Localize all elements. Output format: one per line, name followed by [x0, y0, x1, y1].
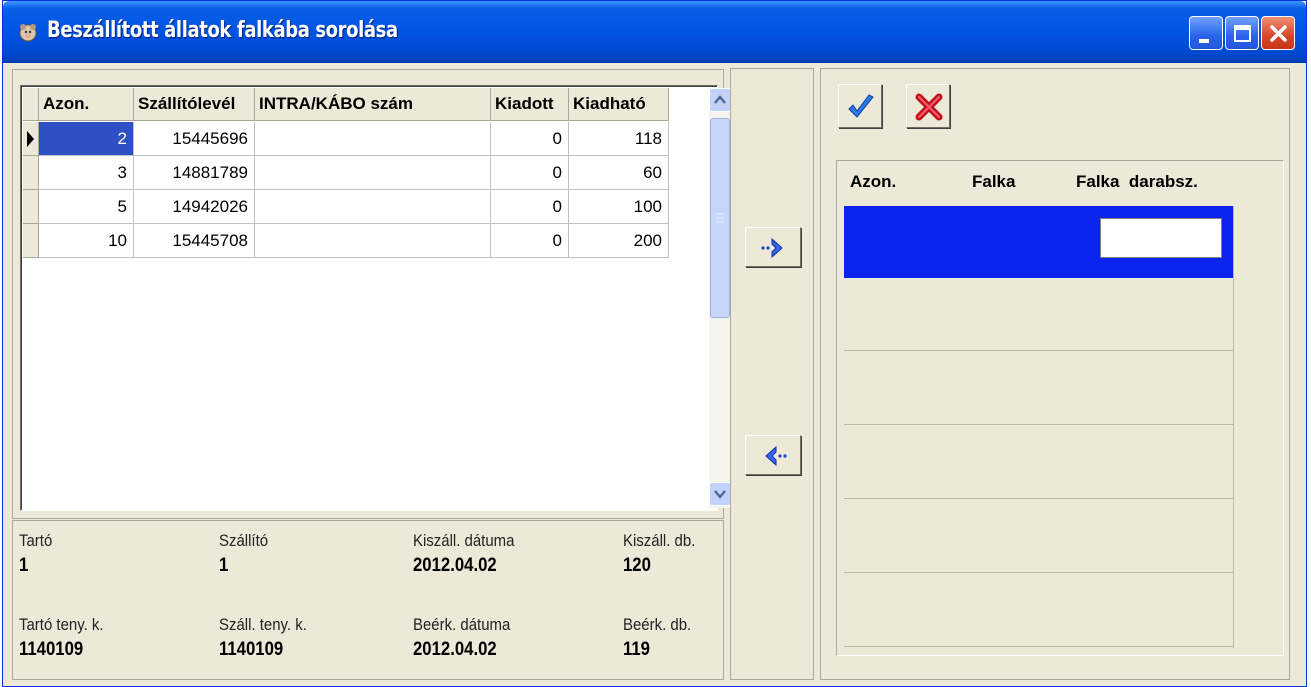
table-row[interactable]: 10 15445708 0 200 [23, 224, 705, 258]
beerk-datum-label: Beérk. dátuma [413, 615, 511, 634]
falka-col-header-darabsz[interactable]: Falka darabsz. [1076, 172, 1198, 192]
table-row[interactable]: 3 14881789 0 60 [23, 156, 705, 190]
tarto-teny-value: 1140109 [19, 639, 84, 660]
minimize-button[interactable] [1189, 16, 1223, 50]
col-header-szallitolevel[interactable]: Szállítólevél [134, 88, 255, 121]
col-header-intra-kabo[interactable]: INTRA/KÁBO szám [255, 88, 491, 121]
close-icon [1270, 25, 1287, 42]
table-row[interactable]: 2 15445696 0 118 [23, 122, 705, 156]
falka-darabsz-input[interactable] [1100, 218, 1222, 258]
cell-kiadott[interactable]: 0 [491, 156, 569, 190]
col-header-kiadott[interactable]: Kiadott [491, 88, 569, 121]
arrow-left-icon [765, 445, 787, 467]
app-icon [19, 24, 37, 42]
cell-kiadhato[interactable]: 200 [569, 224, 669, 258]
cell-kiadott[interactable]: 0 [491, 190, 569, 224]
chevron-down-icon [714, 490, 726, 499]
delivery-grid[interactable]: Azon. Szállítólevél INTRA/KÁBO szám Kiad… [20, 85, 731, 511]
row-indicator [23, 190, 39, 224]
grip-icon [716, 213, 724, 223]
szall-teny-value: 1140109 [219, 639, 284, 660]
cell-azon[interactable]: 2 [39, 122, 134, 156]
move-left-button[interactable] [745, 435, 801, 475]
beerk-db-label: Beérk. db. [623, 615, 692, 634]
szall-teny-label: Száll. teny. k. [219, 615, 307, 634]
kiszall-datum-label: Kiszáll. dátuma [413, 531, 515, 550]
vertical-scrollbar[interactable] [709, 88, 731, 508]
close-button[interactable] [1261, 16, 1295, 50]
column-divider [1233, 206, 1234, 648]
row-indicator [23, 122, 39, 156]
ok-button[interactable] [838, 84, 882, 128]
tarto-teny-label: Tartó teny. k. [19, 615, 104, 634]
falka-col-header-azon[interactable]: Azon. [850, 172, 896, 192]
cell-intra-kabo[interactable] [255, 190, 491, 224]
row-divider [844, 498, 1234, 499]
row-indicator [23, 224, 39, 258]
row-divider [844, 572, 1234, 573]
chevron-up-icon [714, 95, 726, 104]
scroll-up-button[interactable] [709, 88, 731, 112]
window-title: Beszállított állatok falkába sorolása [47, 18, 398, 43]
delivery-info-panel: Tartó 1 Szállító 1 Kiszáll. dátuma 2012.… [12, 520, 724, 680]
scroll-thumb[interactable] [710, 118, 730, 318]
cell-azon[interactable]: 10 [39, 224, 134, 258]
row-divider [844, 350, 1234, 351]
cell-szallitolevel[interactable]: 14881789 [134, 156, 255, 190]
checkmark-icon [848, 94, 874, 118]
row-divider [844, 424, 1234, 425]
col-header-azon[interactable]: Azon. [39, 88, 134, 121]
cell-kiadhato[interactable]: 118 [569, 122, 669, 156]
szallito-label: Szállító [219, 531, 269, 550]
cell-kiadott[interactable]: 0 [491, 224, 569, 258]
cell-kiadhato[interactable]: 100 [569, 190, 669, 224]
red-x-icon [915, 93, 943, 121]
table-row[interactable]: 5 14942026 0 100 [23, 190, 705, 224]
beerk-db-value: 119 [623, 639, 650, 660]
col-header-kiadhato[interactable]: Kiadható [569, 88, 669, 121]
grid-corner-header [23, 88, 39, 121]
cell-intra-kabo[interactable] [255, 224, 491, 258]
maximize-button[interactable] [1225, 16, 1259, 50]
cell-azon[interactable]: 5 [39, 190, 134, 224]
cell-intra-kabo[interactable] [255, 156, 491, 190]
tarto-label: Tartó [19, 531, 53, 550]
row-indicator [23, 156, 39, 190]
arrow-right-icon [761, 237, 783, 259]
cell-szallitolevel[interactable]: 15445708 [134, 224, 255, 258]
kiszall-datum-value: 2012.04.02 [413, 555, 497, 576]
cell-azon[interactable]: 3 [39, 156, 134, 190]
cell-kiadott[interactable]: 0 [491, 122, 569, 156]
szallito-value: 1 [219, 555, 229, 576]
cell-intra-kabo[interactable] [255, 122, 491, 156]
cancel-button[interactable] [906, 84, 950, 128]
kiszall-db-value: 120 [623, 555, 651, 576]
cell-szallitolevel[interactable]: 14942026 [134, 190, 255, 224]
move-right-button[interactable] [745, 227, 801, 267]
transfer-panel [730, 68, 814, 680]
falka-col-header-falka[interactable]: Falka [972, 172, 1015, 192]
title-bar[interactable]: Beszállított állatok falkába sorolása [3, 1, 1306, 63]
minimize-icon [1199, 39, 1209, 43]
current-row-arrow-icon [27, 131, 34, 147]
kiszall-db-label: Kiszáll. db. [623, 531, 696, 550]
maximize-icon [1234, 25, 1251, 42]
cell-kiadhato[interactable]: 60 [569, 156, 669, 190]
cell-szallitolevel[interactable]: 15445696 [134, 122, 255, 156]
beerk-datum-value: 2012.04.02 [413, 639, 497, 660]
row-divider [844, 646, 1234, 647]
tarto-value: 1 [19, 555, 29, 576]
scroll-down-button[interactable] [709, 482, 731, 506]
